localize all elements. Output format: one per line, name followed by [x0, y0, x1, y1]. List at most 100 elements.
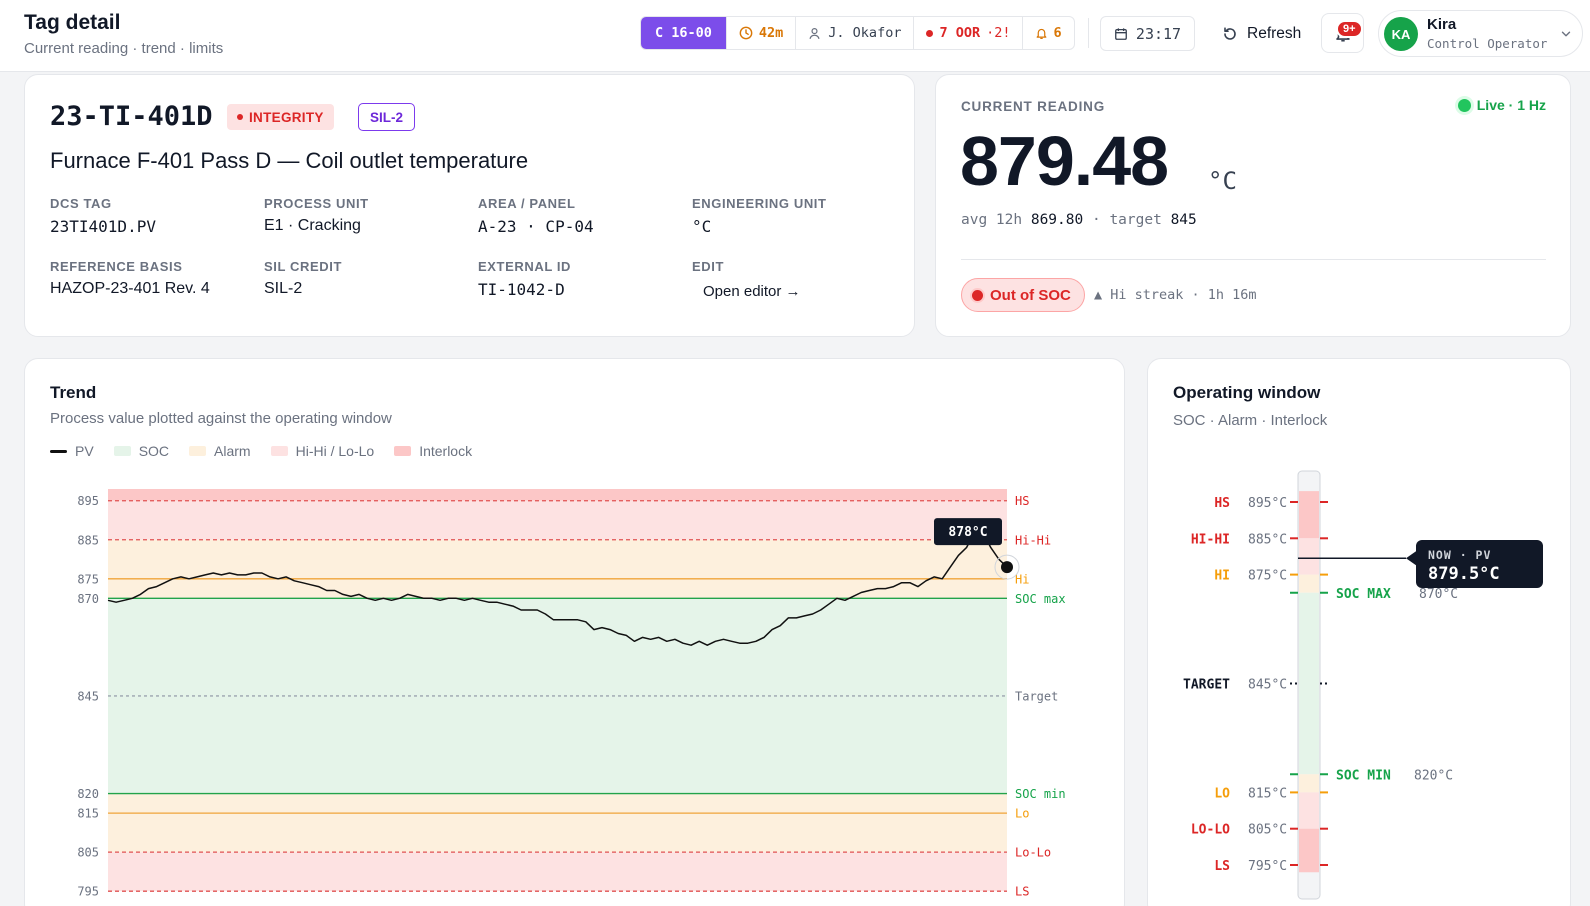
reading-label: CURRENT READING	[961, 99, 1106, 114]
limit-label: SOC MIN	[1336, 768, 1391, 783]
legend-label: Alarm	[214, 443, 251, 459]
y-tick-label: 845	[77, 689, 99, 703]
field-value: SIL-2	[264, 280, 303, 297]
y-tick-label: 795	[77, 885, 99, 899]
refresh-button[interactable]: Refresh	[1214, 16, 1309, 51]
field-value: A-23 · CP-04	[478, 217, 594, 236]
tag-description: Furnace F-401 Pass D — Coil outlet tempe…	[50, 148, 529, 173]
now-pv-pointer	[1406, 551, 1416, 566]
reading-value: 879.48	[960, 122, 1169, 200]
status-label: Out of SOC	[990, 286, 1071, 304]
band-hi-hi-lo-lo	[108, 500, 1007, 540]
timer-value: 42m	[758, 25, 784, 41]
alarm-count[interactable]: 6	[1022, 17, 1073, 49]
field-value: TI-1042-D	[478, 280, 565, 299]
user-icon	[809, 27, 820, 39]
limit-label: LO	[1214, 786, 1230, 801]
page-subtitle: Current reading · trend · limits	[24, 40, 224, 57]
operating-window-gauge: HS 895°C HI-HI 885°C HI 875°C SOC MAX 870°C TARG…	[1183, 470, 1458, 900]
legend-label: Interlock	[419, 443, 473, 459]
field-value: HAZOP-23-401 Rev. 4	[50, 280, 210, 297]
live-indicator: Live · 1 Hz	[1457, 97, 1546, 113]
limit-value: 895°C	[1248, 496, 1287, 511]
limit-value: 805°C	[1248, 823, 1287, 838]
avatar: KA	[1384, 17, 1418, 51]
oor-delta: ·2!	[986, 25, 1011, 41]
refresh-label: Refresh	[1247, 24, 1302, 42]
clock-button[interactable]: 23:17	[1100, 16, 1195, 51]
ref-label: LS	[1015, 885, 1029, 899]
shift-status-bar: C 16-00 42m J. Okafor 7 OOR ·2! 6	[640, 16, 1075, 50]
limit-value: 875°C	[1248, 569, 1287, 584]
trend-title: Trend	[50, 383, 97, 402]
reading-stats: avg 12h 869.80 · target 845	[961, 212, 1197, 228]
limit-label: HI	[1214, 569, 1230, 584]
shift-badge[interactable]: C 16-00	[641, 17, 726, 49]
tag-info-card: 23-TI-401D INTEGRITY SIL-2 Furnace F-401…	[24, 74, 915, 337]
now-pv-callout: NOW · PV 879.5°C	[1416, 540, 1543, 588]
y-tick-label: 820	[77, 787, 99, 801]
live-label: Live · 1 Hz	[1476, 97, 1546, 113]
field-label: EXTERNAL ID	[478, 259, 572, 274]
page-title: Tag detail	[24, 11, 121, 34]
operator-chip[interactable]: J. Okafor	[795, 17, 913, 49]
band-interlock	[108, 489, 1007, 501]
user-menu[interactable]: KA Kira Control Operator	[1378, 10, 1583, 57]
field-label: EDIT	[692, 259, 725, 274]
trend-chart[interactable]: HS Hi-Hi Hi SOC max Target SOC min Lo Lo-Lo LS 89…	[25, 469, 1125, 906]
avg-label: avg 12h	[961, 212, 1023, 228]
field-label: AREA / PANEL	[478, 196, 576, 211]
ref-label: Hi-Hi	[1015, 533, 1051, 547]
open-editor-link[interactable]: Open editor →	[703, 283, 801, 300]
user-name: Kira	[1427, 16, 1457, 33]
reading-divider	[961, 259, 1546, 260]
field-external-id: EXTERNAL ID TI-1042-D	[478, 259, 571, 299]
field-dcs-tag: DCS TAG 23TI401D.PV	[50, 196, 156, 236]
refresh-icon	[1224, 26, 1236, 40]
legend-swatch	[270, 446, 288, 456]
limit-label: HI-HI	[1191, 532, 1230, 547]
pv-tooltip-text: 878°C	[948, 525, 987, 540]
hi-streak: ▲ Hi streak · 1h 16m	[1094, 287, 1257, 303]
user-role: Control Operator	[1427, 36, 1548, 51]
field-engineering-unit: ENGINEERING UNIT °C	[692, 196, 827, 236]
trend-card: Trend Process value plotted against the …	[24, 358, 1125, 906]
y-tick-label: 885	[77, 533, 99, 547]
gauge-band	[1299, 574, 1319, 593]
notification-badge: 9+	[1336, 20, 1363, 38]
pv-current-point	[1001, 561, 1013, 574]
limit-value: 795°C	[1248, 859, 1287, 874]
bell-icon	[1037, 28, 1047, 39]
gauge-band	[1299, 592, 1319, 775]
legend-label: PV	[75, 443, 94, 459]
now-label: NOW · PV	[1428, 548, 1492, 562]
header-divider	[1088, 18, 1089, 48]
notifications-button[interactable]: 9+	[1321, 13, 1364, 53]
band-alarm	[108, 793, 1007, 853]
field-process-unit: PROCESS UNIT E1 · Cracking	[264, 196, 369, 235]
legend-swatch	[50, 449, 67, 453]
band-hi-hi-lo-lo	[108, 852, 1007, 892]
field-value: 23TI401D.PV	[50, 217, 156, 236]
legend-swatch	[113, 446, 131, 456]
integrity-badge: INTEGRITY	[227, 104, 334, 130]
shift-timer[interactable]: 42m	[725, 17, 795, 49]
legend-item-soc: SOC	[113, 443, 169, 459]
legend-item-alarm: Alarm	[189, 443, 251, 459]
ref-label: HS	[1015, 494, 1029, 508]
limit-label: TARGET	[1183, 678, 1230, 693]
gauge-band	[1299, 491, 1319, 539]
legend-item-hihi: Hi-Hi / Lo-Lo	[270, 443, 374, 459]
oor-count[interactable]: 7 OOR ·2!	[913, 17, 1022, 49]
field-value: °C	[692, 217, 712, 236]
limit-label: HS	[1214, 496, 1230, 511]
gauge-band	[1299, 538, 1319, 575]
status-dot-icon	[972, 289, 983, 301]
now-value: 879.5°C	[1428, 564, 1500, 584]
reading-unit: °C	[1208, 167, 1237, 195]
gauge-band	[1299, 774, 1319, 793]
field-label: REFERENCE BASIS	[50, 259, 183, 274]
trend-legend: PV SOC Alarm Hi-Hi / Lo-Lo Interlock	[50, 443, 472, 459]
current-reading-card: CURRENT READING Live · 1 Hz 879.48 °C av…	[935, 74, 1571, 337]
chevron-down-icon	[1561, 31, 1571, 37]
